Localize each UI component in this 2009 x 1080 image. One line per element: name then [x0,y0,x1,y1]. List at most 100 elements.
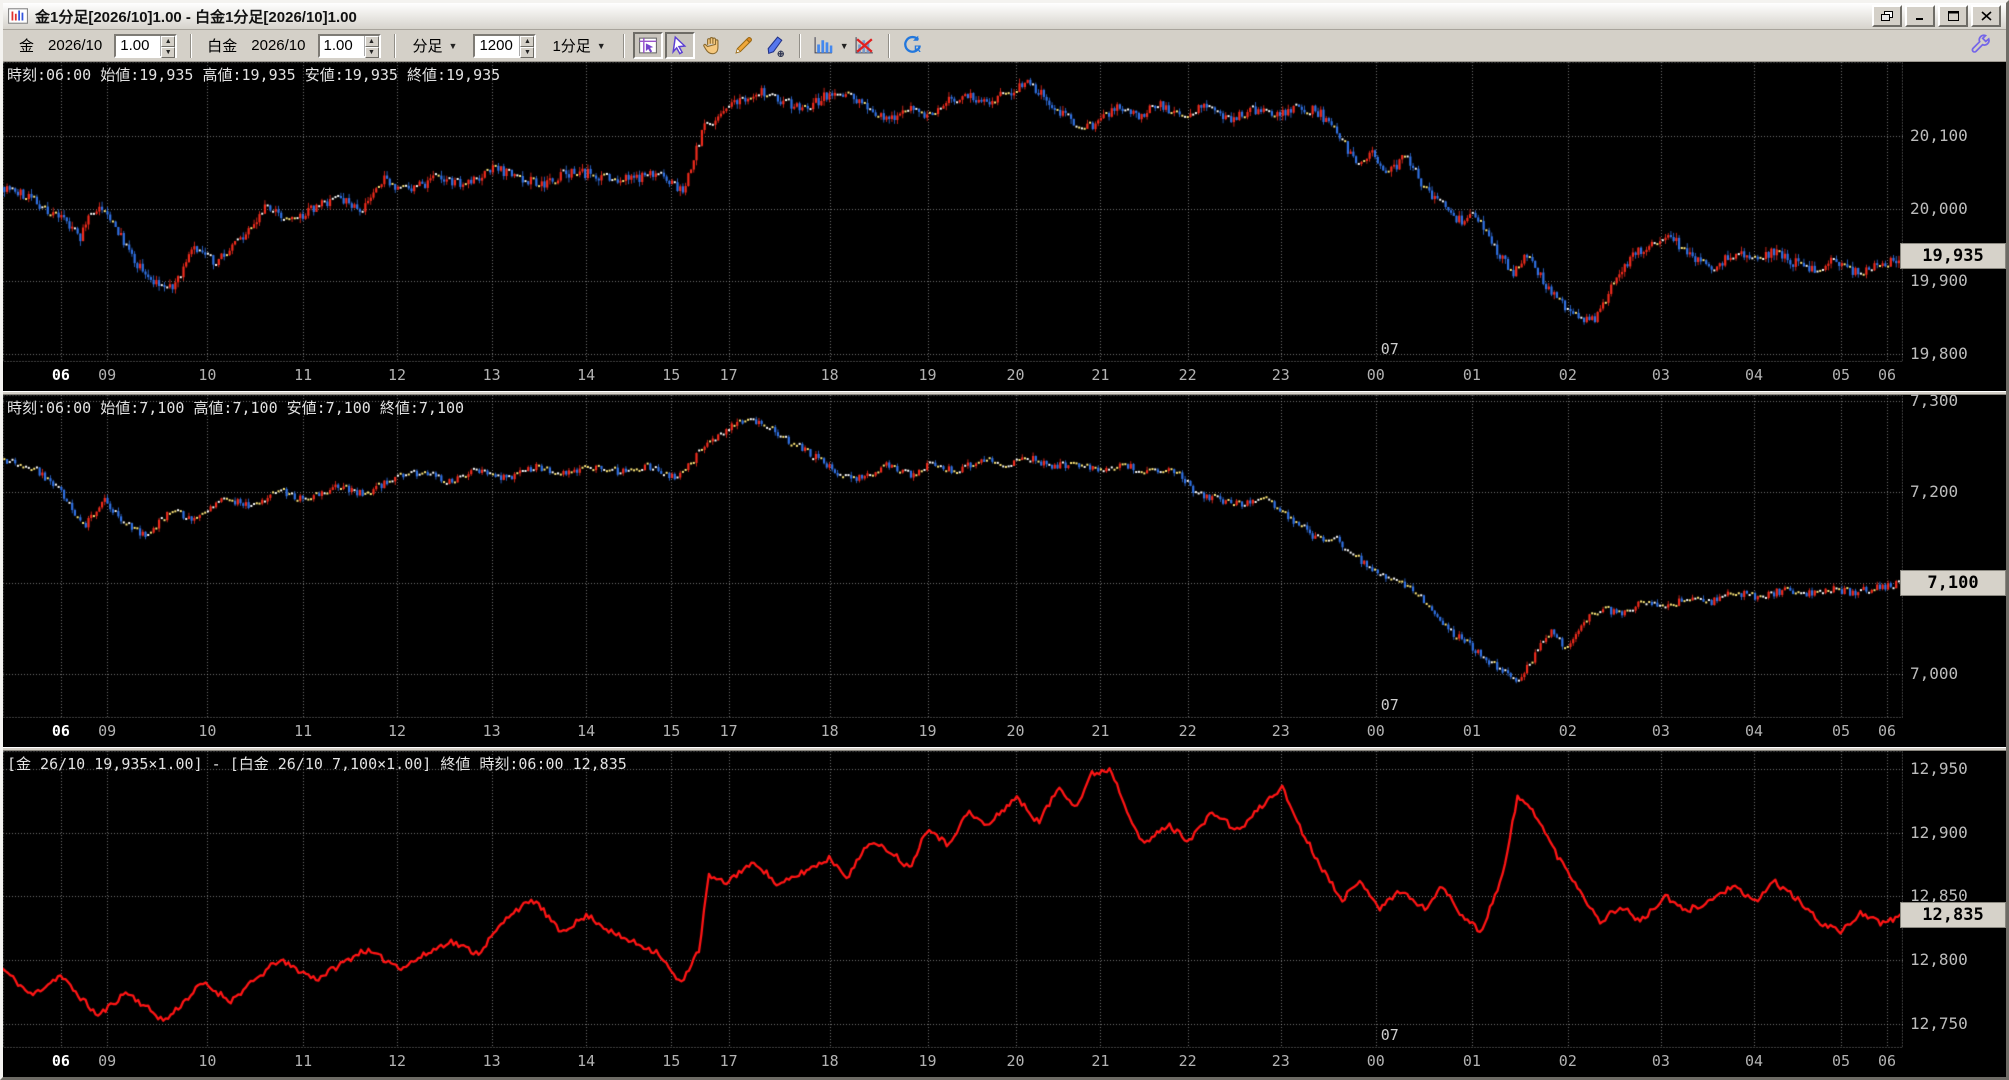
gold-multiplier-up-button[interactable]: ▲ [161,35,176,47]
x-axis-label: 06 [1878,722,1897,740]
toolbar-separator [622,33,625,58]
gold-multiplier-down-button[interactable]: ▼ [161,46,176,58]
y-axis-label: 20,000 [1910,198,1968,218]
toolbar-separator [190,33,193,58]
y-axis-label: 7,300 [1910,391,1959,411]
restore-window-button[interactable] [1872,5,1902,27]
x-axis-label: 01 [1462,1052,1481,1070]
x-axis-label: 06 [51,366,70,384]
platinum-multiplier-up-button[interactable]: ▲ [364,35,379,47]
platinum-chart-canvas[interactable] [3,395,1903,718]
x-axis-label: 11 [294,366,313,384]
x-axis-label: 00 [1366,722,1385,740]
close-button[interactable] [1971,5,2001,27]
select-cursor-button[interactable] [664,32,695,59]
x-axis-label: 20 [1006,722,1025,740]
spread-time-axis: 06 09 10 11 12 13 14 15 17 18 19 20 21 22 23 00 01 02 03 04… [3,1048,1903,1077]
bar-type-label: 分足 [412,38,443,55]
x-axis-label: 04 [1745,1052,1764,1070]
window-title: 金1分足[2026/10]1.00 - 白金1分足[2026/10]1.00 [35,8,357,26]
maximize-button[interactable] [1938,5,1968,27]
spread-chart-canvas[interactable] [3,751,1903,1048]
x-axis-label: 05 [1832,1052,1851,1070]
x-axis-label: 17 [719,1052,738,1070]
platinum-multiplier-spinner[interactable]: 1.00 ▲ ▼ [317,33,381,58]
wrench-icon [1971,34,1990,53]
settings-wrench-button[interactable] [1968,33,1992,62]
y-axis-label: 20,100 [1910,126,1968,146]
x-axis-label: 09 [98,1052,117,1070]
x-axis-label: 19 [918,722,937,740]
x-axis-label: 14 [577,366,596,384]
gold-last-price-badge: 19,935 [1900,242,2006,269]
y-axis-label: 12,950 [1910,758,1968,778]
x-axis-label: 13 [482,366,501,384]
bar-count-up-button[interactable]: ▲ [520,35,535,47]
gold-ohlc-readout: 時刻:06:00 始値:19,935 高値:19,935 安値:19,935 終… [7,66,501,84]
bar-chart-icon [814,37,833,54]
x-axis-label: 06 [1878,366,1897,384]
x-axis-label: 03 [1651,1052,1670,1070]
remove-chart-button[interactable] [850,32,880,59]
platinum-multiplier-down-button[interactable]: ▼ [364,46,379,58]
x-axis-label: 05 [1832,366,1851,384]
app-window: 金1分足[2026/10]1.00 - 白金1分足[2026/10]1.00 金… [0,0,2009,1080]
x-axis-label: 04 [1745,366,1764,384]
x-axis-label: 04 [1745,722,1764,740]
x-axis-label: 22 [1178,1052,1197,1070]
title-bar[interactable]: 金1分足[2026/10]1.00 - 白金1分足[2026/10]1.00 [3,3,2006,30]
x-axis-label: 10 [198,1052,217,1070]
x-axis-label: 20 [1006,1052,1025,1070]
x-axis-label: 21 [1091,366,1110,384]
x-axis-label: 23 [1271,366,1290,384]
gold-multiplier-spinner[interactable]: 1.00 ▲ ▼ [114,33,178,58]
gold-multiplier-value: 1.00 [120,37,150,54]
hand-icon [702,36,719,54]
minimize-button[interactable] [1905,5,1935,27]
x-axis-label: 12 [388,722,407,740]
gold-chart-panel: 時刻:06:00 始値:19,935 高値:19,935 安値:19,935 終… [3,62,2006,391]
x-axis-label: 13 [482,1052,501,1070]
marker-crosshair-button[interactable] [761,32,791,59]
date-change-label: 07 [1380,696,1399,714]
x-axis-label: 22 [1178,722,1197,740]
bar-count-down-button[interactable]: ▼ [520,46,535,58]
marker-crosshair-icon [767,36,785,57]
chart-stack: 時刻:06:00 始値:19,935 高値:19,935 安値:19,935 終… [3,62,2006,1077]
draw-pencil-button[interactable] [729,32,759,59]
gold-chart-canvas[interactable] [3,62,1903,362]
x-axis-label: 12 [388,366,407,384]
x-axis-label: 18 [820,722,839,740]
toolbar-separator [887,33,890,58]
interval-dropdown[interactable]: 1分足 ▼ [546,33,611,58]
pan-hand-button[interactable] [697,32,727,59]
bar-type-dropdown[interactable]: 分足 ▼ [407,33,464,58]
gold-time-axis: 06 09 10 11 12 13 14 15 17 18 19 20 21 22 23 00 01 02 03 04… [3,362,1903,391]
chart-type-button[interactable] [809,32,839,59]
x-axis-label: 22 [1178,366,1197,384]
platinum-last-price-badge: 7,100 [1900,570,2006,597]
x-axis-label: 06 [1878,1052,1897,1070]
chevron-down-icon: ▼ [596,40,606,51]
chevron-down-icon[interactable]: ▼ [840,41,849,51]
x-axis-label: 19 [918,1052,937,1070]
x-axis-label: 21 [1091,1052,1110,1070]
x-axis-label: 12 [388,1052,407,1070]
interval-value: 1分足 [552,38,591,55]
app-icon [8,8,28,24]
y-axis-label: 7,200 [1910,482,1959,502]
refresh-button[interactable]: R [898,32,928,59]
x-axis-label: 01 [1462,722,1481,740]
x-axis-label: 00 [1366,366,1385,384]
y-axis-label: 19,900 [1910,271,1968,291]
x-axis-label: 00 [1366,1052,1385,1070]
x-axis-label: 15 [662,1052,681,1070]
x-axis-label: 14 [577,1052,596,1070]
bar-count-spinner[interactable]: 1200 ▲ ▼ [473,33,537,58]
y-axis-label: 7,000 [1910,664,1959,684]
x-axis-label: 06 [51,722,70,740]
gold-contract-month: 2026/10 [48,37,103,54]
chart-cursor-mode-button[interactable] [632,32,663,59]
x-axis-label: 09 [98,722,117,740]
toolbar: 金 2026/10 1.00 ▲ ▼ 白金 2026/10 1.00 ▲ ▼ 分足 … [3,30,2006,62]
